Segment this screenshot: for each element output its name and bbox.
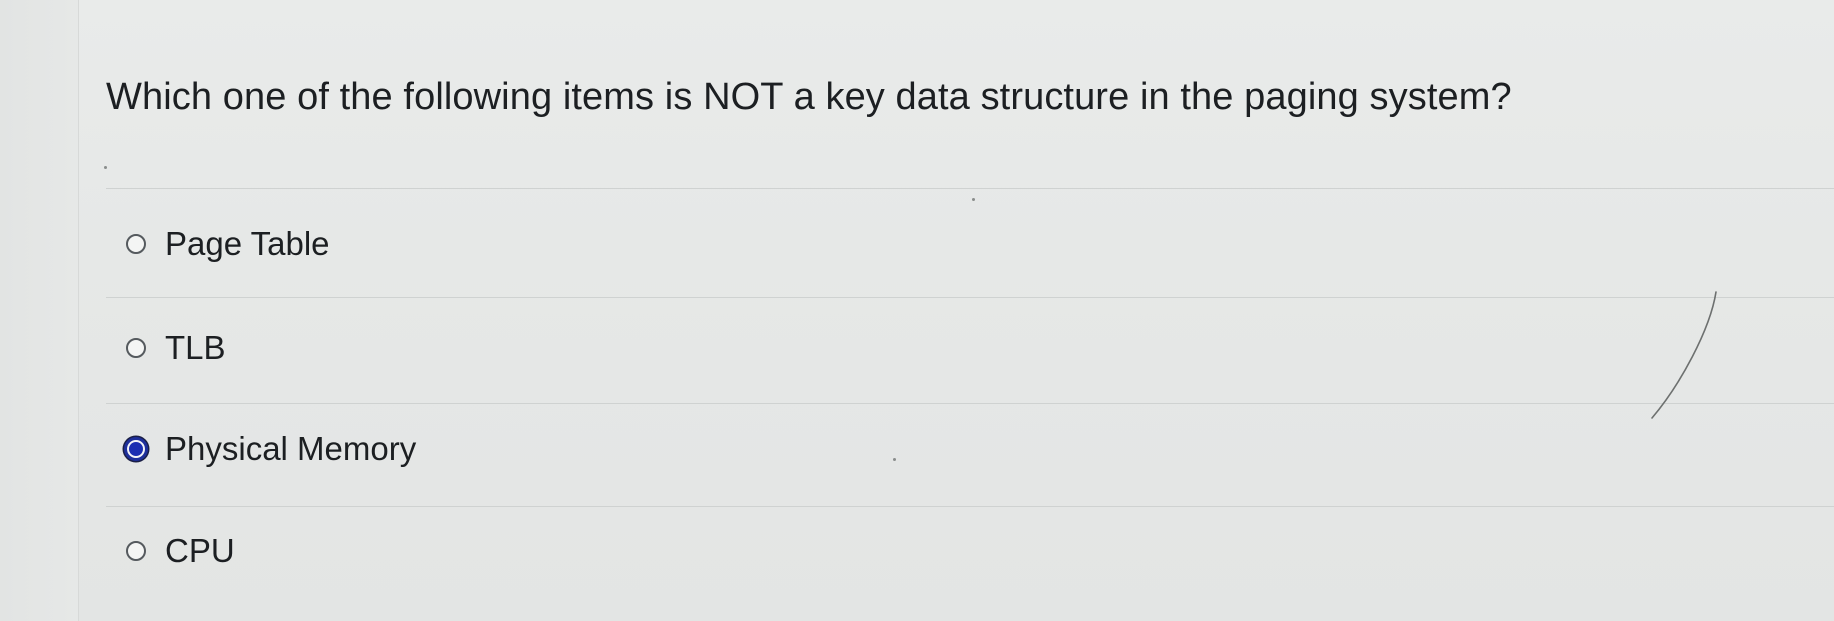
divider: [106, 188, 1834, 189]
question-panel: Which one of the following items is NOT …: [79, 0, 1834, 621]
divider: [106, 506, 1834, 507]
divider: [106, 403, 1834, 404]
question-text: Which one of the following items is NOT …: [106, 76, 1512, 118]
answer-option-tlb[interactable]: TLB: [126, 326, 226, 370]
screen-speck: [893, 458, 896, 461]
screen-speck: [104, 166, 107, 169]
answer-option-cpu[interactable]: CPU: [126, 529, 235, 573]
answer-option-page-table[interactable]: Page Table: [126, 222, 330, 266]
option-label: Physical Memory: [165, 430, 417, 467]
option-label: Page Table: [165, 225, 330, 262]
answer-option-physical-memory[interactable]: Physical Memory: [124, 427, 417, 471]
pen-mark-stroke: [1651, 291, 1717, 419]
divider: [106, 297, 1834, 298]
radio-unselected-icon[interactable]: [126, 541, 146, 561]
radio-selected-icon[interactable]: [124, 437, 148, 461]
radio-unselected-icon[interactable]: [126, 234, 146, 254]
radio-unselected-icon[interactable]: [126, 338, 146, 358]
left-gutter: [0, 0, 79, 621]
option-label: TLB: [165, 329, 226, 366]
option-label: CPU: [165, 532, 235, 569]
screen-speck: [972, 198, 975, 201]
